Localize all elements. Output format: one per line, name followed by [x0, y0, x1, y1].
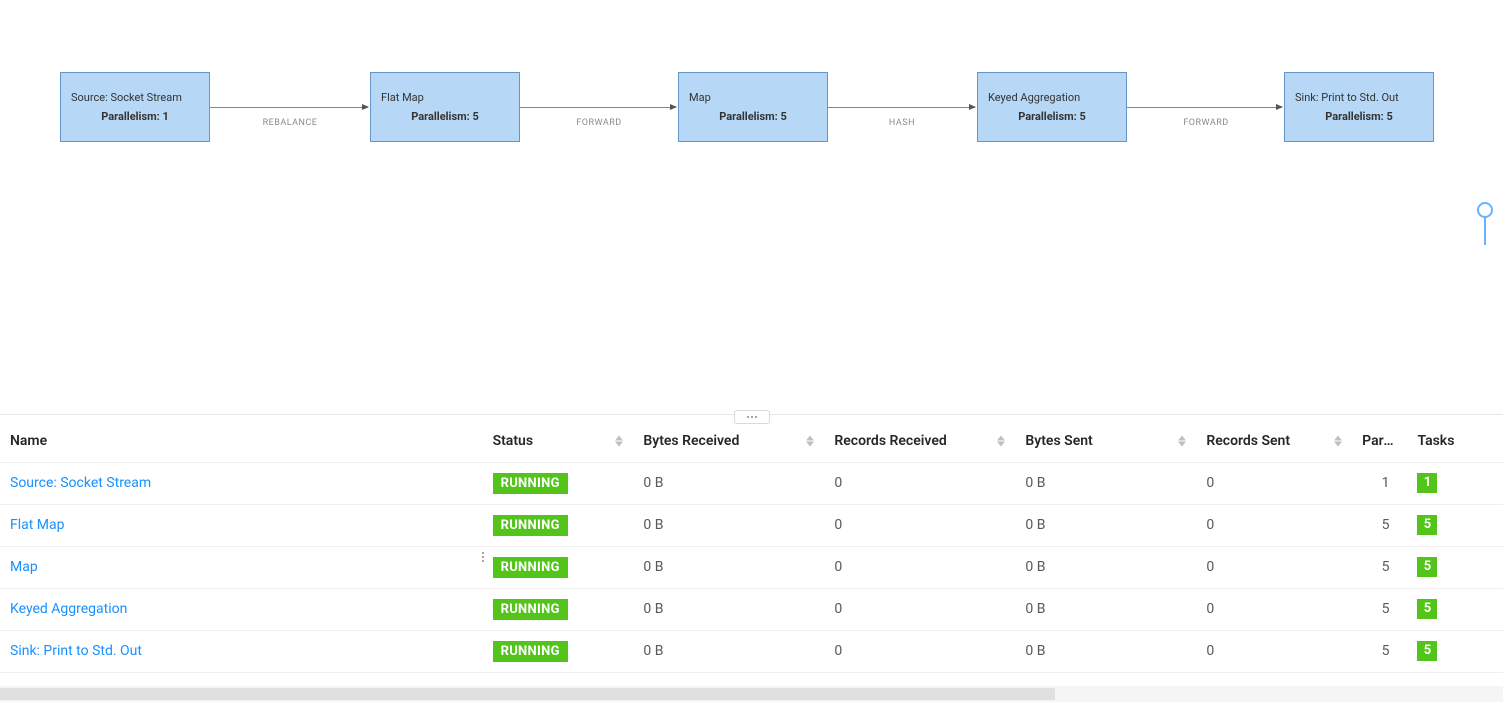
tasks-badge: 5	[1417, 515, 1437, 535]
cell-parallelism: 1	[1382, 475, 1390, 491]
graph-edge	[828, 107, 975, 108]
cell-bytes-received: 0 B	[643, 517, 663, 533]
col-header-bytes-sent[interactable]: Bytes Sent	[1015, 420, 1196, 462]
graph-node-map[interactable]: Map Parallelism: 5	[678, 72, 828, 142]
task-name-link[interactable]: Source: Socket Stream	[10, 475, 151, 491]
graph-node-title: Map	[689, 91, 817, 104]
horizontal-scrollbar[interactable]	[0, 686, 1503, 702]
cell-records-sent: 0	[1206, 475, 1214, 491]
col-header-label: Name	[10, 433, 47, 449]
cell-parallelism: 5	[1382, 643, 1390, 659]
cell-records-sent: 0	[1206, 601, 1214, 617]
status-badge: RUNNING	[493, 473, 568, 494]
col-header-label: Bytes Received	[643, 433, 739, 449]
col-header-label: Bytes Sent	[1025, 433, 1092, 449]
tasks-badge: 1	[1417, 473, 1437, 493]
graph-node-title: Sink: Print to Std. Out	[1295, 91, 1423, 104]
graph-node-parallelism: Parallelism: 5	[988, 110, 1116, 123]
tasks-badge: 5	[1417, 557, 1437, 577]
cell-records-sent: 0	[1206, 643, 1214, 659]
pane-splitter-horizontal[interactable]	[734, 410, 770, 424]
col-header-label: Tasks	[1417, 433, 1454, 449]
status-badge: RUNNING	[493, 557, 568, 578]
tasks-badge: 5	[1417, 599, 1437, 619]
status-badge: RUNNING	[493, 599, 568, 620]
sort-icon[interactable]	[615, 435, 623, 446]
cell-bytes-sent: 0 B	[1025, 517, 1045, 533]
table-row[interactable]: Source: Socket Stream RUNNING 0 B 0 0 B …	[0, 462, 1503, 504]
tasks-badge: 5	[1417, 641, 1437, 661]
tasks-table: Name Status Bytes Received Records Recei…	[0, 420, 1503, 673]
col-header-label: Records Received	[834, 433, 946, 449]
cell-bytes-received: 0 B	[643, 601, 663, 617]
scrollbar-thumb[interactable]	[0, 688, 1055, 700]
cell-records-received: 0	[834, 643, 842, 659]
cell-records-sent: 0	[1206, 517, 1214, 533]
task-name-link[interactable]: Map	[10, 559, 38, 575]
cell-parallelism: 5	[1382, 517, 1390, 533]
table-row[interactable]: Flat Map RUNNING 0 B 0 0 B 0 5 5	[0, 504, 1503, 546]
graph-node-parallelism: Parallelism: 5	[381, 110, 509, 123]
col-header-label: Records Sent	[1206, 433, 1290, 449]
table-row[interactable]: Keyed Aggregation RUNNING 0 B 0 0 B 0 5 …	[0, 588, 1503, 630]
tasks-table-wrap: Name Status Bytes Received Records Recei…	[0, 420, 1503, 702]
graph-node-sink[interactable]: Sink: Print to Std. Out Parallelism: 5	[1284, 72, 1434, 142]
cell-bytes-received: 0 B	[643, 559, 663, 575]
table-row[interactable]: Map RUNNING 0 B 0 0 B 0 5 5	[0, 546, 1503, 588]
task-name-link[interactable]: Keyed Aggregation	[10, 601, 127, 617]
graph-edge	[210, 107, 368, 108]
col-header-label: Status	[493, 433, 533, 449]
cell-bytes-sent: 0 B	[1025, 559, 1045, 575]
graph-edge	[1127, 107, 1282, 108]
col-header-status[interactable]: Status	[483, 420, 634, 462]
cell-bytes-sent: 0 B	[1025, 643, 1045, 659]
cell-parallelism: 5	[1382, 559, 1390, 575]
graph-node-source[interactable]: Source: Socket Stream Parallelism: 1	[60, 72, 210, 142]
graph-node-parallelism: Parallelism: 5	[1295, 110, 1423, 123]
task-name-link[interactable]: Sink: Print to Std. Out	[10, 643, 142, 659]
graph-edge-label: HASH	[872, 118, 932, 128]
graph-edge-label: FORWARD	[556, 118, 642, 128]
cell-records-received: 0	[834, 601, 842, 617]
col-header-name[interactable]: Name	[0, 420, 483, 462]
cell-bytes-received: 0 B	[643, 475, 663, 491]
col-header-records-sent[interactable]: Records Sent	[1196, 420, 1352, 462]
sort-icon[interactable]	[997, 435, 1005, 446]
graph-edge	[520, 107, 676, 108]
cell-bytes-received: 0 B	[643, 643, 663, 659]
sort-icon[interactable]	[1334, 435, 1342, 446]
cell-parallelism: 5	[1382, 601, 1390, 617]
col-header-bytes-received[interactable]: Bytes Received	[633, 420, 824, 462]
table-header-row: Name Status Bytes Received Records Recei…	[0, 420, 1503, 462]
graph-node-title: Keyed Aggregation	[988, 91, 1116, 104]
sort-icon[interactable]	[806, 435, 814, 446]
graph-node-parallelism: Parallelism: 5	[689, 110, 817, 123]
col-header-label: Paralle	[1362, 433, 1406, 449]
graph-node-title: Flat Map	[381, 91, 509, 104]
status-badge: RUNNING	[493, 515, 568, 536]
graph-node-parallelism: Parallelism: 1	[71, 110, 199, 123]
task-name-link[interactable]: Flat Map	[10, 517, 65, 533]
pane-splitter-vertical[interactable]	[478, 540, 488, 574]
graph-edge-label: FORWARD	[1163, 118, 1249, 128]
graph-node-flatmap[interactable]: Flat Map Parallelism: 5	[370, 72, 520, 142]
graph-node-keyed-aggregation[interactable]: Keyed Aggregation Parallelism: 5	[977, 72, 1127, 142]
col-header-tasks[interactable]: Tasks	[1407, 420, 1503, 462]
zoom-slider-handle[interactable]	[1475, 200, 1495, 250]
job-graph-canvas[interactable]: Source: Socket Stream Parallelism: 1 Fla…	[0, 0, 1503, 415]
sort-icon[interactable]	[1178, 435, 1186, 446]
cell-records-sent: 0	[1206, 559, 1214, 575]
cell-records-received: 0	[834, 559, 842, 575]
table-row[interactable]: Sink: Print to Std. Out RUNNING 0 B 0 0 …	[0, 630, 1503, 672]
cell-bytes-sent: 0 B	[1025, 475, 1045, 491]
cell-records-received: 0	[834, 475, 842, 491]
cell-records-received: 0	[834, 517, 842, 533]
status-badge: RUNNING	[493, 641, 568, 662]
col-header-parallelism[interactable]: Paralle	[1352, 420, 1407, 462]
col-header-records-received[interactable]: Records Received	[824, 420, 1015, 462]
graph-node-title: Source: Socket Stream	[71, 91, 199, 104]
cell-bytes-sent: 0 B	[1025, 601, 1045, 617]
graph-edge-label: REBALANCE	[242, 118, 338, 128]
